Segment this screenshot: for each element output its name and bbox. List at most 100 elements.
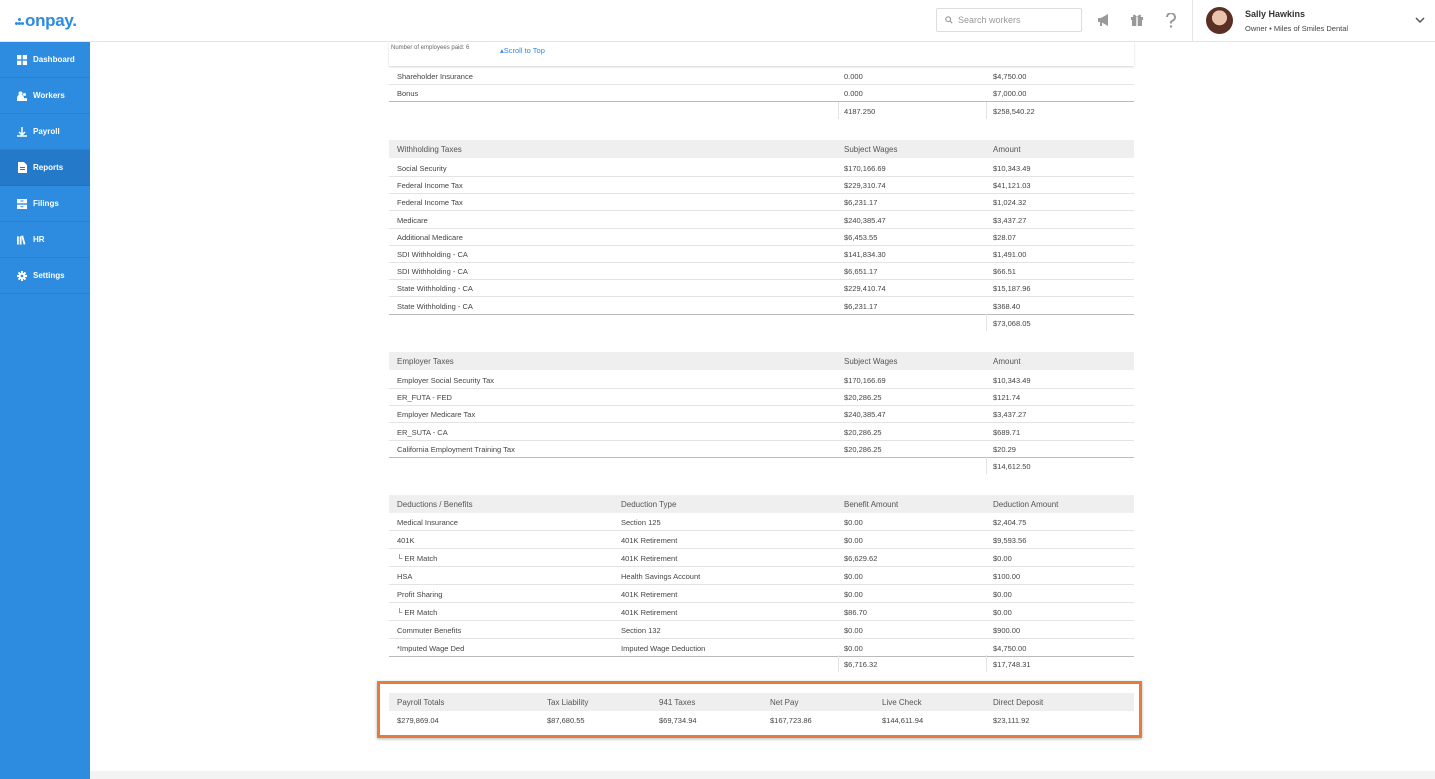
table-cell: Federal Income Tax	[397, 181, 463, 191]
table-row: State Withholding - CA $6,231.17 $368.40	[389, 298, 1134, 315]
logo-dots-icon	[15, 18, 24, 26]
gift-icon[interactable]	[1128, 11, 1146, 29]
withholding-total: $73,068.05	[993, 319, 1031, 328]
table-cell: $66.51	[993, 267, 1016, 277]
user-divider	[1192, 0, 1193, 42]
table-cell: State Withholding - CA	[397, 301, 473, 311]
column-header: Amount	[993, 357, 1021, 366]
table-row: HSA Health Savings Account $0.00 $100.00	[389, 568, 1134, 585]
table-cell: Medical Insurance	[397, 518, 458, 527]
table-cell: $6,453.55	[844, 232, 878, 242]
search-input[interactable]: Search workers	[936, 8, 1082, 32]
table-cell: $0.00	[844, 536, 863, 545]
sidebar-item-workers[interactable]: Workers	[0, 78, 90, 114]
table-row: Medical Insurance Section 125 $0.00 $2,404.…	[389, 514, 1134, 531]
table-cell: $3,437.27	[993, 215, 1027, 225]
table-row: Medicare $240,385.47 $3,437.27	[389, 212, 1134, 229]
table-cell: $1,491.00	[993, 250, 1027, 259]
table-cell: $229,410.74	[844, 284, 886, 294]
table-cell: $0.00	[844, 590, 863, 599]
earning-amount: $7,000.00	[993, 89, 1027, 98]
table-cell: $141,834.30	[844, 250, 886, 259]
column-header: Benefit Amount	[844, 500, 899, 509]
user-role: Owner • Miles of Smiles Dental	[1245, 24, 1349, 33]
sidebar-item-hr[interactable]: HR	[0, 222, 90, 258]
table-cell: $6,629.62	[844, 554, 878, 563]
table-row: State Withholding - CA $229,410.74 $15,187…	[389, 280, 1134, 298]
sidebar-item-label: Workers	[33, 91, 65, 100]
table-cell: $86.70	[844, 608, 867, 617]
table-row: Additional Medicare $6,453.55 $28.07	[389, 229, 1134, 246]
column-header: Deduction Amount	[993, 500, 1059, 509]
column-header: Net Pay	[770, 698, 799, 707]
table-cell: $3,437.27	[993, 410, 1027, 420]
table-cell: $900.00	[993, 626, 1021, 635]
941-taxes-value: $69,734.94	[659, 716, 697, 725]
earnings-total-amount: $258,540.22	[993, 107, 1035, 116]
table-cell: Employer Medicare Tax	[397, 410, 476, 420]
table-cell: 401K Retirement	[621, 608, 678, 617]
column-header: Withholding Taxes	[397, 145, 462, 154]
avatar[interactable]	[1206, 7, 1233, 34]
table-row: SDI Withholding - CA $6,651.17 $66.51	[389, 263, 1134, 281]
column-header: Tax Liability	[547, 698, 589, 707]
sidebar-item-label: HR	[33, 235, 45, 244]
table-cell: Section 125	[621, 518, 661, 527]
dashboard-icon	[17, 54, 27, 65]
table-row: Bonus 0.000 $7,000.00	[389, 85, 1134, 102]
help-question-icon[interactable]	[1162, 11, 1180, 29]
live-check-value: $144,611.94	[882, 716, 924, 725]
column-header: Amount	[993, 145, 1021, 154]
table-cell: $10,343.49	[993, 164, 1031, 173]
reports-icon	[17, 162, 27, 173]
table-cell: $15,187.96	[993, 284, 1031, 294]
chevron-down-icon[interactable]	[1414, 14, 1426, 26]
table-cell: $170,166.69	[844, 376, 886, 385]
table-cell: Imputed Wage Deduction	[621, 644, 706, 653]
table-cell: $20.29	[993, 444, 1016, 454]
deductions-total-row: $6,716.32 $17,748.31	[389, 655, 1134, 672]
direct-deposit-value: $23,111.92	[993, 716, 1030, 725]
table-cell: California Employment Training Tax	[397, 444, 515, 454]
table-row: Federal Income Tax $6,231.17 $1,024.32	[389, 194, 1134, 212]
payroll-total-value: $279,869.04	[397, 716, 439, 725]
table-row: SDI Withholding - CA $141,834.30 $1,491.00	[389, 246, 1134, 263]
table-cell: $368.40	[993, 301, 1021, 311]
announcements-megaphone-icon[interactable]	[1095, 11, 1113, 29]
sidebar-item-payroll[interactable]: Payroll	[0, 114, 90, 150]
table-cell: $20,286.25	[844, 427, 882, 437]
table-cell: State Withholding - CA	[397, 284, 473, 294]
table-cell: └ ER Match	[397, 608, 438, 617]
top-bar: onpay. Search workers Sally Hawkins Owne…	[0, 0, 1435, 42]
deductions-total-deduction: $17,748.31	[993, 660, 1031, 669]
table-row: Commuter Benefits Section 132 $0.00 $900.00	[389, 622, 1134, 639]
table-row: Employer Social Security Tax $170,166.69 $…	[389, 372, 1134, 389]
table-cell: $9,593.56	[993, 536, 1027, 545]
table-row: ER_SUTA - CA $20,286.25 $689.71	[389, 424, 1134, 441]
sidebar-item-reports[interactable]: Reports	[0, 150, 90, 186]
user-name[interactable]: Sally Hawkins	[1245, 9, 1305, 19]
scroll-to-top-label: Scroll to Top	[503, 46, 545, 55]
table-cell: $4,750.00	[993, 644, 1027, 653]
table-cell: $240,385.47	[844, 410, 886, 420]
sidebar-item-settings[interactable]: Settings	[0, 258, 90, 294]
table-row: └ ER Match 401K Retirement $6,629.62 $0.00	[389, 550, 1134, 567]
scroll-to-top-link[interactable]: ▴Scroll to Top	[500, 46, 545, 55]
deductions-header: Deductions / Benefits Deduction Type Ben…	[389, 495, 1134, 513]
table-cell: Federal Income Tax	[397, 198, 463, 208]
sidebar-item-dashboard[interactable]: Dashboard	[0, 42, 90, 78]
table-row: California Employment Training Tax $20,28…	[389, 441, 1134, 458]
net-pay-value: $167,723.86	[770, 716, 812, 725]
onpay-logo[interactable]: onpay.	[15, 11, 77, 31]
table-row: 401K 401K Retirement $0.00 $9,593.56	[389, 532, 1134, 549]
table-cell: $6,231.17	[844, 198, 878, 208]
earning-amount: $4,750.00	[993, 72, 1027, 81]
table-cell: $20,286.25	[844, 393, 882, 403]
column-header: 941 Taxes	[659, 698, 696, 707]
table-cell: Profit Sharing	[397, 590, 443, 599]
table-cell: ER_FUTA - FED	[397, 393, 452, 403]
filings-icon	[17, 198, 27, 209]
table-row: ER_FUTA - FED $20,286.25 $121.74	[389, 389, 1134, 407]
sidebar-item-filings[interactable]: Filings	[0, 186, 90, 222]
table-cell: Health Savings Account	[621, 572, 701, 581]
